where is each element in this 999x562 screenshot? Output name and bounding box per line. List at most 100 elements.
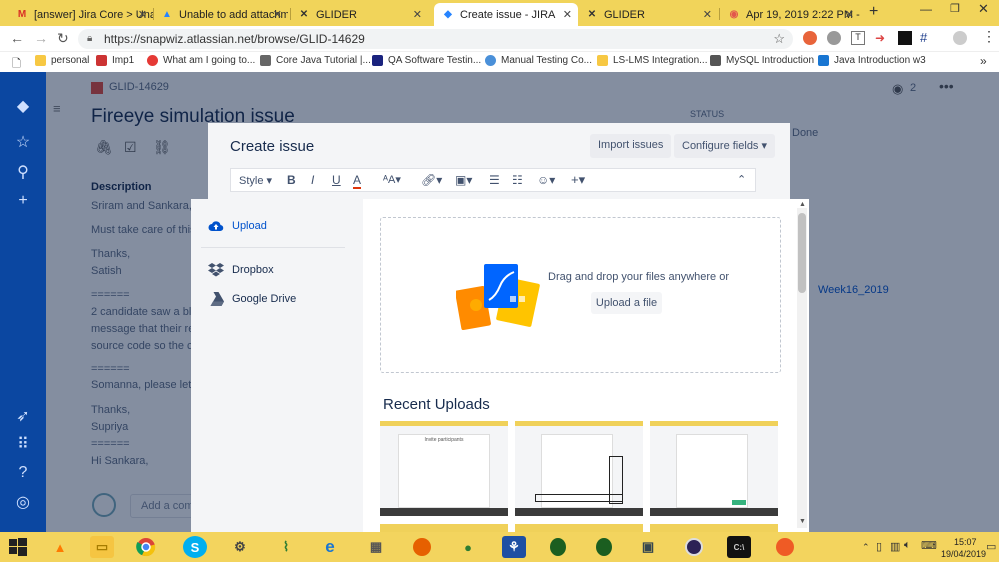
eclipse-icon[interactable] (682, 536, 706, 558)
network-app-icon[interactable]: ⚘ (502, 536, 526, 558)
apps-grid-icon[interactable]: ⠿ (13, 434, 33, 454)
close-icon[interactable]: ✕ (703, 8, 712, 21)
skype-icon[interactable]: S (183, 536, 207, 558)
browser-tab-6[interactable]: ◉ Apr 19, 2019 2:22 PM - ✕ (720, 3, 860, 26)
bookmark-item[interactable]: LS-LMS Integration... (597, 55, 708, 66)
emoji-icon[interactable]: ☺▾ (537, 173, 555, 187)
language-icon[interactable]: ⌨ (921, 539, 937, 552)
bookmark-item[interactable]: Imp1 (96, 55, 134, 66)
extension-icon[interactable]: # (920, 30, 927, 45)
extension-icon[interactable]: T (851, 31, 865, 45)
avatar[interactable]: ◎ (13, 492, 33, 512)
clock-time[interactable]: 15:07 (954, 537, 977, 547)
italic-icon[interactable]: I (311, 173, 314, 187)
browser-tab-3[interactable]: ✕ GLIDER ✕ (290, 3, 428, 26)
upload-file-button[interactable]: Upload a file (591, 292, 662, 314)
postman-icon[interactable] (773, 536, 797, 558)
recent-upload-thumbnail[interactable] (515, 524, 643, 532)
upload-scrollbar[interactable]: ▲ ▼ (797, 201, 807, 528)
calculator-icon[interactable]: ▦ (364, 536, 388, 558)
clock-date[interactable]: 19/04/2019 (941, 549, 986, 559)
numbered-list-icon[interactable]: ☷ (512, 173, 523, 187)
extension-icon[interactable] (898, 31, 912, 45)
help-icon[interactable]: ? (13, 463, 33, 483)
bookmark-item[interactable]: personal (35, 55, 89, 66)
text-color-icon[interactable]: A (353, 173, 362, 189)
star-icon[interactable]: ☆ (13, 132, 33, 152)
link-icon[interactable]: 🔗︎▾ (421, 173, 442, 187)
close-window-button[interactable]: ✕ (978, 1, 989, 17)
back-button[interactable]: ← (10, 30, 24, 46)
scroll-down-icon[interactable]: ▼ (799, 518, 806, 525)
tray-icon[interactable]: ▯ (876, 540, 882, 553)
profile-avatar[interactable] (953, 31, 967, 45)
configure-fields-button[interactable]: Configure fields ▾ (674, 134, 776, 158)
menu-dots-icon[interactable]: ⋮ (982, 28, 996, 45)
close-icon[interactable]: ✕ (845, 8, 854, 21)
bullet-list-icon[interactable]: ☰ (489, 173, 500, 187)
extension-icon[interactable] (803, 31, 817, 45)
show-hidden-icons[interactable]: ⌃ (862, 542, 870, 553)
close-icon[interactable]: ✕ (563, 8, 572, 21)
browser-tab-2[interactable]: ▲ Unable to add attachme ✕ (153, 3, 288, 26)
recent-upload-thumbnail[interactable] (650, 524, 778, 532)
bookmark-star-icon[interactable]: ☆ (773, 29, 785, 49)
insert-more-icon[interactable]: +▾ (571, 172, 585, 188)
remote-desktop-icon[interactable]: ▣ (636, 536, 660, 558)
bookmark-item[interactable]: Manual Testing Co... (485, 55, 592, 66)
windows-start-icon[interactable] (6, 536, 30, 558)
app-icon[interactable]: ● (456, 536, 480, 558)
volume-icon[interactable]: 🔈︎ (904, 539, 911, 552)
notifications-icon[interactable]: ▭ (986, 540, 996, 553)
extension-icon[interactable]: ➜ (875, 31, 889, 45)
scrollbar-thumb[interactable] (798, 213, 806, 293)
minimize-button[interactable]: — (920, 2, 932, 16)
search-icon[interactable]: ⚲ (13, 162, 33, 182)
mongodb-icon[interactable] (592, 536, 616, 558)
bookmark-item[interactable]: Core Java Tutorial |... (260, 55, 371, 66)
browser-tab-5[interactable]: ✕ GLIDER ✕ (578, 3, 718, 26)
address-bar[interactable]: 🔒︎ https://snapwiz.atlassian.net/browse/… (78, 29, 793, 49)
recent-upload-thumbnail[interactable] (650, 421, 778, 516)
close-icon[interactable]: ✕ (138, 8, 147, 21)
reload-button[interactable]: ↻ (57, 30, 69, 47)
bookmark-item[interactable]: What am I going to... (147, 55, 255, 66)
text-size-icon[interactable]: ᴬA▾ (383, 173, 401, 186)
browser-tab-1[interactable]: M [answer] Jira Core > Una ✕ (8, 3, 153, 26)
recent-upload-thumbnail[interactable]: Invite participants (380, 421, 508, 516)
create-icon[interactable]: + (13, 191, 33, 211)
underline-icon[interactable]: U (332, 173, 341, 187)
jira-logo-icon[interactable]: ◆ (13, 96, 33, 116)
recent-upload-thumbnail[interactable] (515, 421, 643, 516)
file-explorer-icon[interactable]: ▭ (90, 536, 114, 558)
announce-icon[interactable]: ➶ (13, 406, 33, 426)
scroll-up-icon[interactable]: ▲ (799, 201, 806, 208)
drop-zone[interactable] (380, 217, 781, 373)
chrome-icon[interactable] (134, 536, 158, 558)
terminal-icon[interactable]: C:\ (727, 536, 751, 558)
more-bookmarks-icon[interactable]: » (980, 54, 987, 68)
recent-upload-thumbnail[interactable] (380, 524, 508, 532)
style-dropdown[interactable]: Style ▾ (239, 174, 272, 187)
ie-icon[interactable]: e (318, 536, 342, 558)
source-google-drive[interactable]: Google Drive (208, 292, 296, 306)
bookmark-item[interactable]: QA Software Testin... (372, 55, 481, 66)
close-icon[interactable]: ✕ (413, 8, 422, 21)
bold-icon[interactable]: B (287, 173, 296, 187)
firefox-icon[interactable] (410, 536, 434, 558)
tray-icon[interactable]: ▥ (890, 540, 900, 553)
chart-app-icon[interactable]: ⌇ (274, 536, 298, 558)
collapse-icon[interactable]: ⌃ (737, 173, 746, 186)
mongodb-icon[interactable] (546, 536, 570, 558)
tool-icon[interactable]: ⚙ (228, 536, 252, 558)
forward-button[interactable]: → (34, 30, 48, 46)
new-tab-button[interactable]: + (869, 3, 878, 21)
source-dropbox[interactable]: Dropbox (208, 263, 274, 277)
bookmark-item[interactable]: MySQL Introduction (710, 55, 814, 66)
image-icon[interactable]: ▣▾ (455, 173, 472, 187)
source-upload[interactable]: Upload (208, 219, 267, 233)
browser-tab-4[interactable]: ◆ Create issue - JIRA ✕ (434, 3, 578, 26)
close-icon[interactable]: ✕ (273, 8, 282, 21)
bookmark-item[interactable]: Java Introduction w3 (818, 55, 926, 66)
restore-button[interactable]: ❐ (950, 2, 960, 15)
